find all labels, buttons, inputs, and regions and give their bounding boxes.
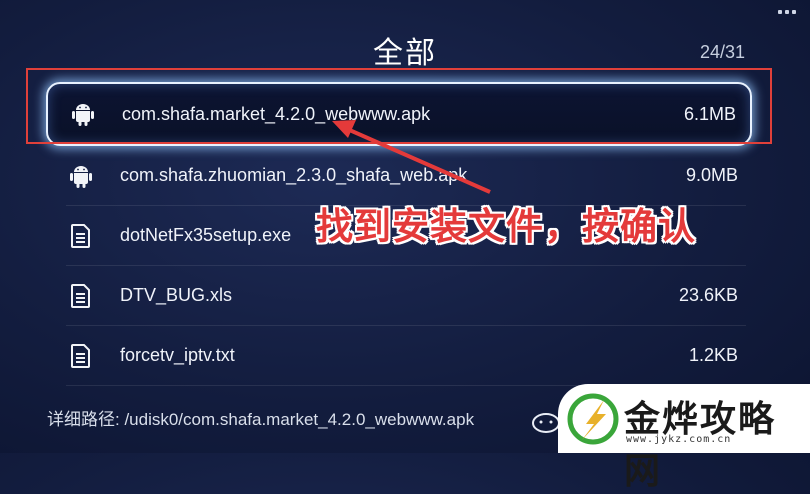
- brand-logo-icon: [567, 393, 619, 444]
- watermark: 金烨攻略网 www.jykz.com.cn: [558, 384, 810, 491]
- file-size: 1.2KB: [688, 345, 738, 365]
- file-name: DTV_BUG.xls: [120, 285, 233, 305]
- file-size: 9.0MB: [685, 165, 738, 185]
- highlight-box: [26, 68, 772, 144]
- file-row[interactable]: forcetv_iptv.txt 1.2KB: [66, 326, 746, 386]
- file-name: com.shafa.zhuomian_2.3.0_shafa_web.apk: [120, 165, 468, 185]
- document-icon: [68, 343, 94, 369]
- path-bar: 详细路径: /udisk0/com.shafa.market_4.2.0_web…: [47, 410, 475, 429]
- file-counter: 24/31: [699, 42, 745, 62]
- document-icon: [68, 223, 94, 249]
- annotation-text: 找到安装文件，按确认: [316, 206, 696, 247]
- document-icon: [68, 283, 94, 309]
- file-name: forcetv_iptv.txt: [120, 345, 235, 365]
- watermark-url: www.jykz.com.cn: [626, 434, 732, 445]
- file-size: 23.6KB: [678, 285, 738, 305]
- status-indicator: [778, 10, 798, 18]
- file-row[interactable]: DTV_BUG.xls 23.6KB: [66, 266, 746, 326]
- android-icon: [68, 163, 94, 189]
- page-title: 全部: [373, 37, 437, 70]
